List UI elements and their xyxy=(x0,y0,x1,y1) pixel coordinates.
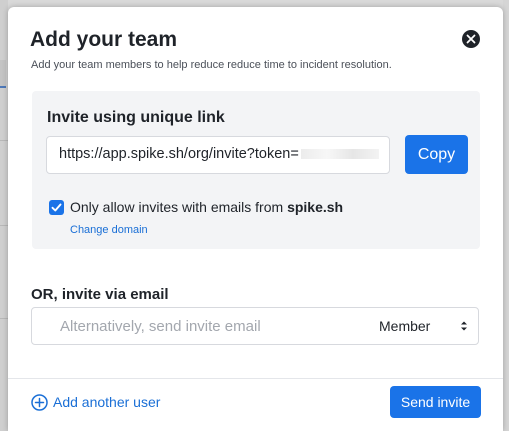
role-select[interactable]: Member xyxy=(372,308,478,344)
checkmark-icon xyxy=(51,203,62,212)
restrict-domain-text: Only allow invites with emails from xyxy=(70,199,288,215)
background-page-edge-right xyxy=(503,0,509,431)
restrict-domain-value: spike.sh xyxy=(287,199,344,215)
email-invite-heading: OR, invite via email xyxy=(31,286,169,303)
add-team-modal: Add your team Add your team members to h… xyxy=(8,7,503,431)
role-select-value: Member xyxy=(379,318,431,334)
plus-circle-icon xyxy=(31,394,48,411)
modal-title: Add your team xyxy=(30,28,178,51)
invite-link-field[interactable]: https://app.spike.sh/org/invite?token= xyxy=(46,136,390,174)
background-tab xyxy=(0,60,6,88)
chevron-updown-icon xyxy=(461,321,467,331)
footer-divider xyxy=(8,378,503,379)
background-divider xyxy=(0,140,8,141)
restrict-domain-label: Only allow invites with emails from spik… xyxy=(70,199,343,215)
invite-email-input[interactable] xyxy=(32,308,362,344)
copy-button[interactable]: Copy xyxy=(405,135,468,174)
close-button[interactable] xyxy=(462,30,480,48)
invite-link-url: https://app.spike.sh/org/invite?token= xyxy=(59,146,299,162)
restrict-domain-checkbox[interactable] xyxy=(49,200,64,215)
email-invite-row: Member xyxy=(31,307,479,345)
change-domain-link[interactable]: Change domain xyxy=(70,224,148,236)
redacted-token xyxy=(300,149,379,160)
background-divider xyxy=(0,225,8,226)
add-another-user-label: Add another user xyxy=(53,394,161,410)
send-invite-button[interactable]: Send invite xyxy=(390,386,481,418)
close-icon xyxy=(466,34,476,44)
modal-subtitle: Add your team members to help reduce red… xyxy=(31,59,392,71)
invite-link-heading: Invite using unique link xyxy=(47,109,225,126)
background-divider xyxy=(0,318,8,319)
invite-link-panel: Invite using unique link https://app.spi… xyxy=(32,91,480,249)
